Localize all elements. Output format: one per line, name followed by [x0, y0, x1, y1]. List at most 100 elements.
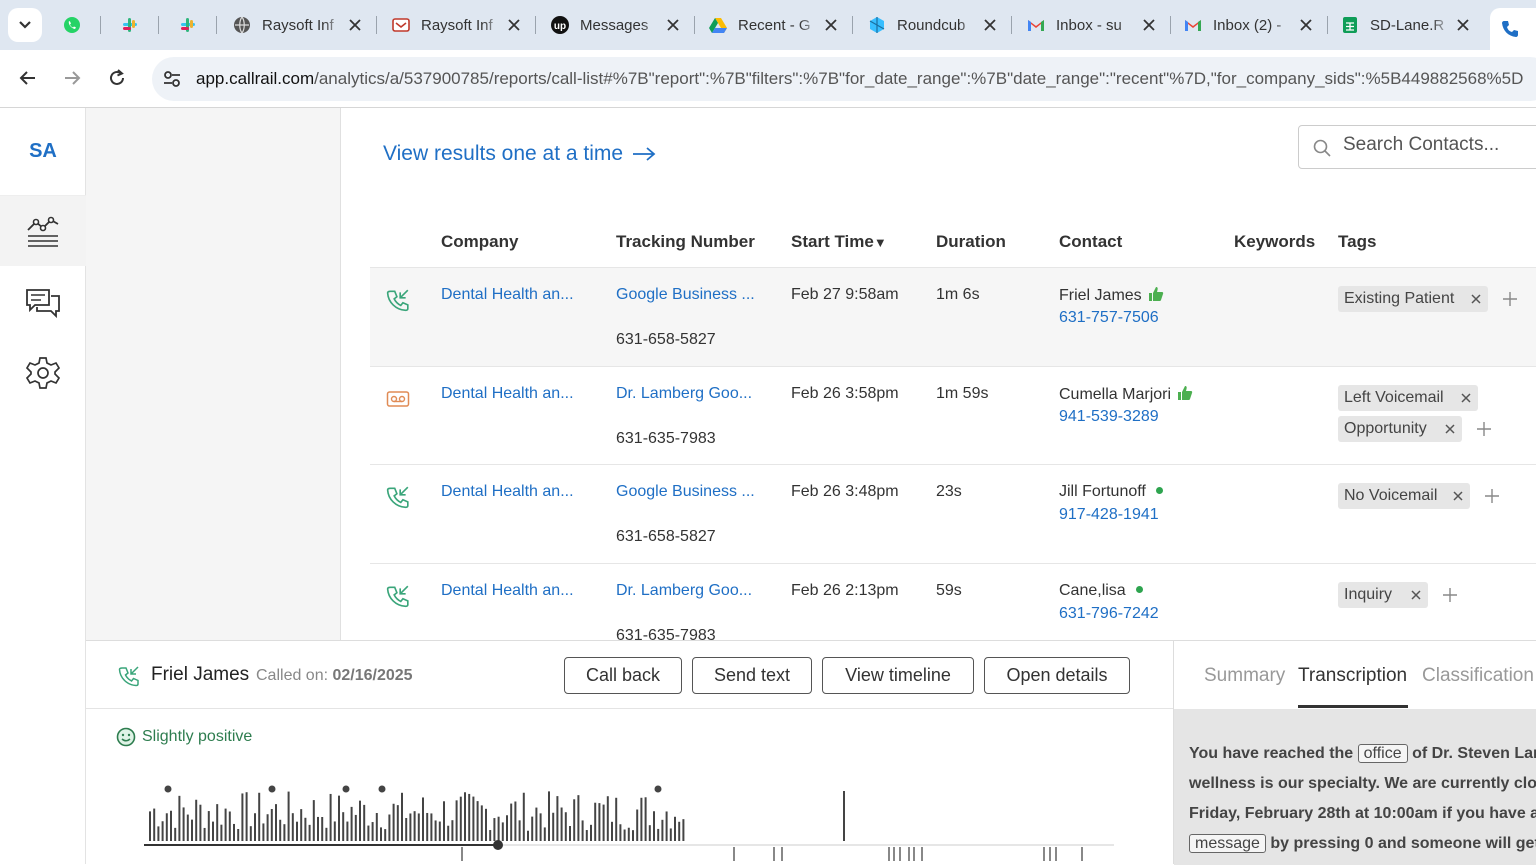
- add-tag-icon[interactable]: [1484, 488, 1500, 504]
- close-icon[interactable]: [346, 16, 364, 34]
- call-back-button[interactable]: Call back: [564, 657, 682, 694]
- search-contacts[interactable]: [1298, 125, 1536, 169]
- analytics-chart-icon: [27, 216, 59, 247]
- browser-tab[interactable]: Recent - G: [698, 8, 848, 42]
- col-start-time[interactable]: Start Time▼: [791, 232, 887, 252]
- reload-button[interactable]: [103, 64, 131, 92]
- close-icon[interactable]: [822, 16, 840, 34]
- nav-analytics[interactable]: [0, 196, 86, 266]
- browser-tab-title: SD-Lane.R: [1370, 16, 1445, 34]
- add-tag-icon[interactable]: [1442, 587, 1458, 603]
- col-keywords[interactable]: Keywords: [1234, 232, 1315, 252]
- source-link[interactable]: Google Business ...: [616, 483, 755, 501]
- address-bar[interactable]: app.callrail.com/analytics/a/537900785/r…: [152, 57, 1536, 101]
- view-timeline-button[interactable]: View timeline: [822, 657, 974, 694]
- speaker-marker[interactable]: [654, 785, 662, 793]
- globe-icon: [232, 15, 252, 35]
- site-info-icon[interactable]: [162, 69, 182, 89]
- open-details-button[interactable]: Open details: [984, 657, 1130, 694]
- start-time: Feb 26 2:13pm: [791, 581, 899, 599]
- speaker-marker[interactable]: [378, 785, 386, 793]
- keyword-highlight[interactable]: message: [1189, 834, 1266, 853]
- contact-name[interactable]: Jill Fortunoff: [1059, 483, 1163, 501]
- col-duration[interactable]: Duration: [936, 232, 1006, 252]
- table-row[interactable]: Dental Health an... Google Business ... 63…: [370, 267, 1536, 366]
- audio-waveform[interactable]: [144, 781, 1114, 865]
- browser-tab[interactable]: Roundcub: [857, 8, 1007, 42]
- company-link[interactable]: Dental Health an...: [441, 286, 574, 304]
- speaker-marker[interactable]: [342, 785, 350, 793]
- slack-icon: [120, 15, 140, 35]
- speaker-marker[interactable]: [268, 785, 276, 793]
- close-icon[interactable]: [505, 16, 523, 34]
- browser-tab[interactable]: [52, 8, 96, 42]
- company-link[interactable]: Dental Health an...: [441, 483, 574, 501]
- table-row[interactable]: Dental Health an... Dr. Lamberg Goo... 631…: [370, 562, 1536, 640]
- account-logo[interactable]: SA: [0, 108, 86, 196]
- remove-tag-icon[interactable]: [1460, 392, 1472, 404]
- col-company[interactable]: Company: [441, 232, 518, 252]
- back-button[interactable]: [14, 64, 42, 92]
- inbound-call-icon: [386, 289, 409, 312]
- browser-tab[interactable]: Raysoft Inf: [381, 8, 531, 42]
- whatsapp-icon: [62, 15, 82, 35]
- remove-tag-icon[interactable]: [1452, 490, 1464, 502]
- browser-tab[interactable]: SD-Lane.R: [1330, 8, 1480, 42]
- tab-classification[interactable]: Classification: [1422, 665, 1534, 687]
- table-row[interactable]: Dental Health an... Google Business ... 63…: [370, 464, 1536, 563]
- remove-tag-icon[interactable]: [1470, 293, 1482, 305]
- browser-tab-active[interactable]: [1490, 8, 1536, 50]
- arrow-right-icon: [633, 147, 656, 161]
- col-contact[interactable]: Contact: [1059, 232, 1122, 252]
- url-text: app.callrail.com/analytics/a/537900785/r…: [196, 69, 1524, 88]
- view-results-link[interactable]: View results one at a time: [383, 142, 657, 166]
- company-link[interactable]: Dental Health an...: [441, 582, 574, 600]
- duration: 59s: [936, 581, 962, 599]
- contact-name[interactable]: Cumella Marjori: [1059, 385, 1193, 404]
- browser-tab[interactable]: up Messages: [540, 8, 690, 42]
- nav-settings[interactable]: [0, 338, 86, 408]
- nav-conversations[interactable]: [0, 268, 86, 338]
- contact-phone[interactable]: 631-796-7242: [1059, 605, 1159, 623]
- remove-tag-icon[interactable]: [1410, 589, 1422, 601]
- browser-tab[interactable]: Inbox (2) -: [1173, 8, 1323, 42]
- tab-transcription[interactable]: Transcription: [1298, 665, 1407, 687]
- tab-summary[interactable]: Summary: [1204, 665, 1285, 687]
- close-icon[interactable]: [664, 16, 682, 34]
- forward-button[interactable]: [58, 64, 86, 92]
- contact-phone[interactable]: 917-428-1941: [1059, 506, 1159, 524]
- table-row[interactable]: Dental Health an... Dr. Lamberg Goo... 631…: [370, 365, 1536, 465]
- browser-tab[interactable]: [110, 8, 154, 42]
- source-link[interactable]: Dr. Lamberg Goo...: [616, 385, 752, 403]
- close-icon[interactable]: [1297, 16, 1315, 34]
- tab-search-button[interactable]: [8, 8, 42, 42]
- keyword-highlight[interactable]: office: [1357, 744, 1408, 763]
- contact-phone[interactable]: 941-539-3289: [1059, 408, 1159, 426]
- upwork-icon: up: [550, 15, 570, 35]
- chevron-down-icon: [19, 21, 31, 29]
- contact-name[interactable]: Friel James: [1059, 286, 1164, 305]
- browser-tab[interactable]: [168, 8, 212, 42]
- close-icon[interactable]: [981, 16, 999, 34]
- transcription-text: You have reached the office of Dr. Steve…: [1174, 709, 1536, 865]
- browser-tab-title: Inbox (2) -: [1213, 16, 1282, 34]
- close-icon[interactable]: [1454, 16, 1472, 34]
- browser-tab-title: Recent - G: [738, 16, 811, 34]
- company-link[interactable]: Dental Health an...: [441, 385, 574, 403]
- add-tag-icon[interactable]: [1502, 291, 1518, 307]
- browser-tab[interactable]: Raysoft Inf: [222, 8, 372, 42]
- close-icon[interactable]: [1140, 16, 1158, 34]
- col-tags[interactable]: Tags: [1338, 232, 1376, 252]
- contact-phone[interactable]: 631-757-7506: [1059, 309, 1159, 327]
- send-text-button[interactable]: Send text: [692, 657, 812, 694]
- remove-tag-icon[interactable]: [1444, 423, 1456, 435]
- playhead-handle[interactable]: [493, 840, 503, 850]
- source-link[interactable]: Google Business ...: [616, 286, 755, 304]
- search-input[interactable]: [1343, 134, 1536, 156]
- col-tracking-number[interactable]: Tracking Number: [616, 232, 755, 252]
- browser-tab[interactable]: Inbox - su: [1016, 8, 1166, 42]
- speaker-marker[interactable]: [164, 785, 172, 793]
- source-link[interactable]: Dr. Lamberg Goo...: [616, 582, 752, 600]
- add-tag-icon[interactable]: [1476, 421, 1492, 437]
- contact-name[interactable]: Cane,lisa: [1059, 582, 1143, 600]
